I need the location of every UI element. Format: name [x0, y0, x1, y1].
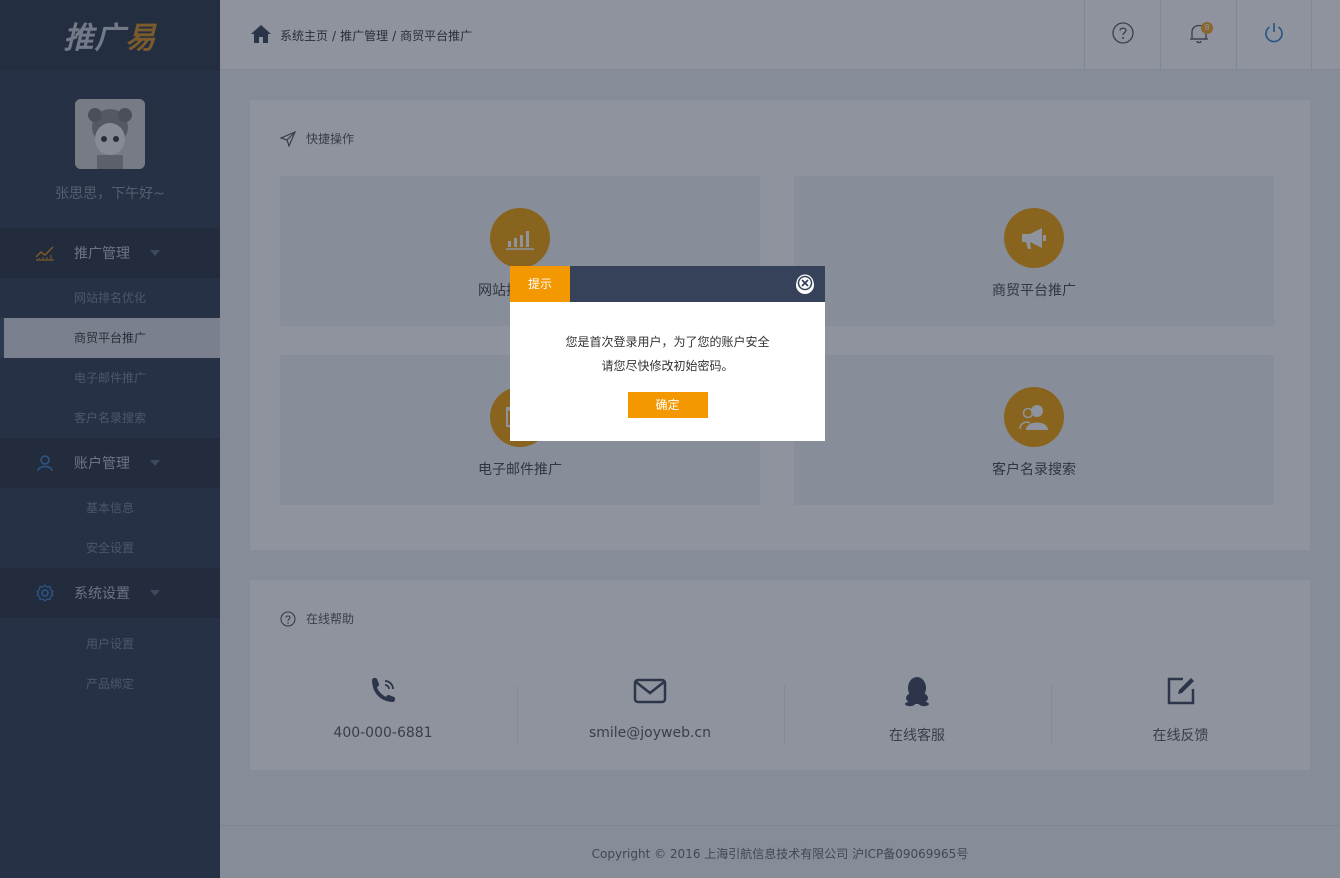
- dialog-header: 提示: [510, 266, 825, 302]
- dialog-message-line1: 您是首次登录用户，为了您的账户安全: [565, 335, 770, 349]
- dialog-message-line2: 请您尽快修改初始密码。: [601, 359, 734, 373]
- close-button[interactable]: [796, 274, 814, 296]
- notice-dialog: 提示 您是首次登录用户，为了您的账户安全 请您尽快修改初始密码。 确定: [510, 266, 825, 441]
- confirm-button[interactable]: 确定: [627, 392, 708, 418]
- dialog-body: 您是首次登录用户，为了您的账户安全 请您尽快修改初始密码。 确定: [510, 302, 825, 418]
- dialog-title: 提示: [510, 266, 570, 302]
- close-icon: [796, 274, 814, 296]
